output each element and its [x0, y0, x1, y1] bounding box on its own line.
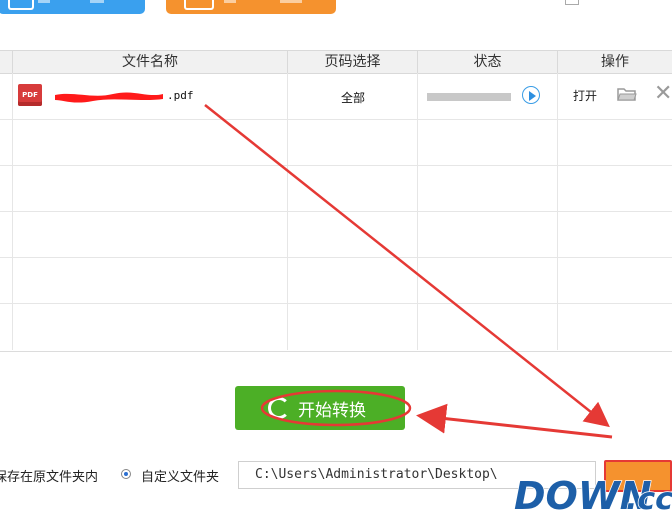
file-extension: .pdf [167, 89, 194, 102]
header-page-select[interactable]: 页码选择 [288, 51, 418, 73]
clear-list-icon [565, 0, 579, 5]
grid-line [0, 165, 672, 166]
pdf-icon: PDF [18, 84, 42, 106]
start-convert-label: 开始转换 [298, 401, 366, 421]
add-folder-label [224, 0, 314, 7]
annotation-arrow [204, 104, 610, 428]
start-convert-button[interactable]: 开始转换 [235, 386, 405, 430]
custom-folder-label[interactable]: 自定义文件夹 [141, 466, 219, 485]
add-file-label [38, 0, 128, 7]
grid-line [0, 257, 672, 258]
header-checkbox-col [0, 51, 13, 73]
grid-line [0, 211, 672, 212]
watermark-logo: DOWN .cc [513, 473, 672, 516]
add-folder-icon [184, 0, 214, 10]
close-icon[interactable]: ✕ [654, 83, 672, 105]
header-status[interactable]: 状态 [418, 51, 558, 73]
annotation-arrow [416, 403, 613, 439]
add-file-icon [8, 0, 34, 10]
play-icon[interactable] [522, 86, 540, 104]
header-actions[interactable]: 操作 [558, 51, 672, 73]
grid-line [0, 303, 672, 304]
refresh-icon [268, 397, 290, 419]
redaction-mark [55, 92, 163, 103]
watermark-suffix: .cc [626, 482, 672, 516]
open-file-link[interactable]: 打开 [573, 87, 597, 104]
add-file-button[interactable] [0, 0, 145, 14]
divider [0, 351, 672, 352]
custom-folder-radio[interactable] [121, 469, 131, 479]
table-header: 文件名称 页码选择 状态 操作 [0, 50, 672, 74]
folder-open-icon[interactable] [617, 87, 637, 102]
clear-list-button[interactable] [563, 0, 663, 8]
add-folder-button[interactable] [166, 0, 336, 14]
grid-line [0, 119, 672, 120]
progress-bar [427, 93, 511, 101]
header-file-name[interactable]: 文件名称 [13, 51, 288, 73]
page-selection-value[interactable]: 全部 [288, 89, 418, 106]
save-original-option[interactable]: 保存在原文件夹内 [0, 466, 98, 485]
